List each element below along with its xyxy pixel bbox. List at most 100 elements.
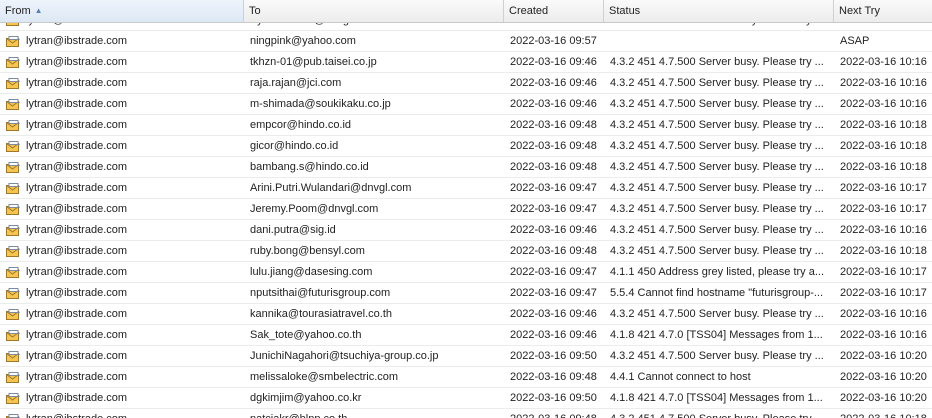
column-header-created[interactable]: Created — [504, 0, 604, 22]
table-row[interactable]: lytran@ibstrade.com Sak_tote@yahoo.co.th 2… — [0, 325, 932, 346]
table-row[interactable]: lytran@ibstrade.com lulu.jiang@dasesing.c… — [0, 262, 932, 283]
cell-next-try: 2022-03-16 10:16 — [840, 77, 927, 89]
cell-status: 4.3.2 451 4.7.500 Server busy. Please tr… — [610, 350, 824, 362]
queue-rows: lytran@ibstrade.comAyu.Narbaen@dnvgl.com… — [0, 10, 932, 418]
cell-to: ruby.bong@bensyl.com — [250, 245, 365, 257]
mail-queue-grid: From ▲ To Created Status Next Try lytran@… — [0, 0, 932, 418]
cell-to: natcjakr@hlpp.co.th — [244, 409, 504, 418]
queued-message-icon — [6, 266, 20, 278]
queued-message-icon — [6, 308, 20, 320]
cell-from: lytran@ibstrade.com — [0, 388, 244, 408]
cell-status: 4.1.8 421 4.7.0 [TSS04] Messages from 1.… — [610, 329, 823, 341]
column-header-from-label: From — [5, 5, 31, 17]
cell-from: lytran@ibstrade.com — [0, 304, 244, 324]
table-row[interactable]: lytran@ibstrade.com dani.putra@sig.id 2022… — [0, 220, 932, 241]
cell-status: 4.1.8 421 4.7.0 [TSS04] Messages from 1.… — [610, 392, 823, 404]
cell-from: lytran@ibstrade.com — [0, 220, 244, 240]
cell-next-try: 2022-03-16 10:17 — [840, 287, 927, 299]
table-row[interactable]: lytran@ibstrade.com kannika@tourasiatrave… — [0, 304, 932, 325]
cell-created: 2022-03-16 09:48 — [504, 409, 604, 418]
cell-created: 2022-03-16 09:47 — [510, 266, 597, 278]
cell-from: lytran@ibstrade.com — [0, 157, 244, 177]
cell-created: 2022-03-16 09:46 — [510, 98, 597, 110]
cell-next-try: 2022-03-16 10:16 — [840, 308, 927, 320]
table-row[interactable]: lytran@ibstrade.com Jeremy.Poom@dnvgl.com… — [0, 199, 932, 220]
cell-from-text: lytran@ibstrade.com — [26, 349, 128, 362]
cell-created: 2022-03-16 09:46 — [510, 56, 597, 68]
cell-from-text: lytran@ibstrade.com — [26, 391, 128, 404]
cell-from: lytran@ibstrade.com — [0, 94, 244, 114]
table-row[interactable]: lytran@ibstrade.com dgkimjim@yahoo.co.kr 2… — [0, 388, 932, 409]
table-row[interactable]: lytran@ibstrade.com Arini.Putri.Wulandari… — [0, 178, 932, 199]
cell-created: 2022-03-16 09:48 — [510, 371, 597, 383]
cell-created: 2022-03-16 09:48 — [510, 161, 597, 173]
cell-to: empcor@hindo.co.id — [250, 119, 352, 131]
table-row[interactable]: lytran@ibstrade.com nputsithai@futurisgro… — [0, 283, 932, 304]
cell-from: lytran@ibstrade.com — [0, 241, 244, 261]
cell-from: lytran@ibstrade.com — [0, 325, 244, 345]
queued-message-icon — [6, 350, 20, 362]
cell-from-text: lytran@ibstrade.com — [26, 139, 128, 152]
cell-status: 4.4.1 Cannot connect to host — [610, 371, 751, 383]
table-row[interactable]: lytran@ibstrade.com empcor@hindo.co.id 202… — [0, 115, 932, 136]
cell-next-try: 2022-03-16 10:18 — [840, 245, 927, 257]
cell-from: lytran@ibstrade.com — [0, 283, 244, 303]
column-header-status[interactable]: Status — [604, 0, 834, 22]
cell-to: Sak_tote@yahoo.co.th — [250, 329, 362, 341]
column-header-to[interactable]: To — [244, 0, 504, 22]
cell-from-text: lytran@ibstrade.com — [26, 244, 128, 257]
table-row[interactable]: lytran@ibstrade.com gicor@hindo.co.id 2022… — [0, 136, 932, 157]
queued-message-icon — [6, 371, 20, 383]
table-row[interactable]: lytran@ibstrade.com tkhzn-01@pub.taisei.c… — [0, 52, 932, 73]
cell-to: kannika@tourasiatravel.co.th — [250, 308, 393, 320]
cell-from: lytran@ibstrade.com — [0, 262, 244, 282]
queued-message-icon — [6, 98, 20, 110]
cell-status: 4.3.2 451 4.7.500 Server busy. Please tr… — [610, 203, 824, 215]
cell-to: lulu.jiang@dasesing.com — [250, 266, 373, 278]
cell-from-text: lytran@ibstrade.com — [26, 118, 128, 131]
cell-to: ningpink@yahoo.com — [250, 35, 356, 47]
cell-from: lytran@ibstrade.com — [0, 52, 244, 72]
cell-from: lytran@ibstrade.com — [0, 73, 244, 93]
column-header-next-try[interactable]: Next Try — [834, 0, 932, 22]
cell-from: lytran@ibstrade.com — [0, 115, 244, 135]
cell-created: 2022-03-16 09:46 — [510, 308, 597, 320]
cell-next-try: 2022-03-16 10:20 — [840, 392, 927, 404]
cell-to: Jeremy.Poom@dnvgl.com — [250, 203, 379, 215]
table-row[interactable]: lytran@ibstrade.com m-shimada@soukikaku.c… — [0, 94, 932, 115]
cell-from: lytran@ibstrade.com — [0, 178, 244, 198]
table-row[interactable]: lytran@ibstrade.com melissaloke@smbelectr… — [0, 367, 932, 388]
table-row[interactable]: lytran@ibstrade.comnatcjakr@hlpp.co.th20… — [0, 409, 932, 418]
cell-status: 4.3.2 451 4.7.500 Server busy. Please tr… — [604, 409, 834, 418]
cell-from-text: lytran@ibstrade.com — [26, 202, 128, 215]
column-header-next-try-label: Next Try — [839, 5, 880, 17]
cell-next-try: 2022-03-16 10:16 — [840, 98, 927, 110]
table-row[interactable]: lytran@ibstrade.com JunichiNagahori@tsuch… — [0, 346, 932, 367]
cell-from: lytran@ibstrade.com — [0, 31, 244, 51]
cell-from: lytran@ibstrade.com — [0, 409, 244, 418]
cell-created: 2022-03-16 09:46 — [510, 224, 597, 236]
cell-from: lytran@ibstrade.com — [0, 199, 244, 219]
cell-from-text: lytran@ibstrade.com — [26, 97, 128, 110]
table-row[interactable]: lytran@ibstrade.com bambang.s@hindo.co.id… — [0, 157, 932, 178]
column-header-from[interactable]: From ▲ — [0, 0, 244, 22]
cell-to: m-shimada@soukikaku.co.jp — [250, 98, 391, 110]
cell-from-text: lytran@ibstrade.com — [26, 265, 128, 278]
queued-message-icon — [6, 56, 20, 68]
cell-to: melissaloke@smbelectric.com — [250, 371, 399, 383]
cell-created: 2022-03-16 09:47 — [510, 182, 597, 194]
cell-from-text: lytran@ibstrade.com — [26, 328, 128, 341]
cell-status: 4.3.2 451 4.7.500 Server busy. Please tr… — [610, 98, 824, 110]
table-row[interactable]: lytran@ibstrade.com raja.rajan@jci.com 202… — [0, 73, 932, 94]
cell-created: 2022-03-16 09:48 — [510, 119, 597, 131]
table-row[interactable]: lytran@ibstrade.com ruby.bong@bensyl.com 2… — [0, 241, 932, 262]
cell-to: gicor@hindo.co.id — [250, 140, 339, 152]
cell-next-try: 2022-03-16 10:20 — [840, 350, 927, 362]
column-header-created-label: Created — [509, 5, 549, 17]
cell-to: JunichiNagahori@tsuchiya-group.co.jp — [250, 350, 439, 362]
queued-message-icon — [6, 224, 20, 236]
cell-status: 4.1.1 450 Address grey listed, please tr… — [610, 266, 825, 278]
table-row[interactable]: lytran@ibstrade.com ningpink@yahoo.com 202… — [0, 31, 932, 52]
cell-to: raja.rajan@jci.com — [250, 77, 342, 89]
cell-status: 4.3.2 451 4.7.500 Server busy. Please tr… — [610, 56, 824, 68]
